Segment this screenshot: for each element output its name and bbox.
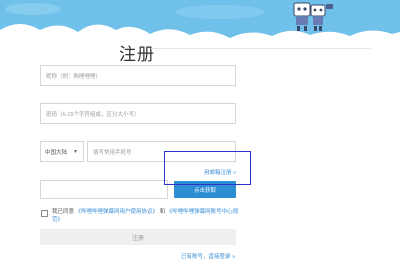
page-title: 注册 [119,45,155,64]
nickname-field[interactable]: 昵称（例：购哩哩哩） [40,65,236,86]
country-select[interactable]: 中国大陆 ▼ [40,141,84,162]
country-value: 中国大陆 [45,149,68,156]
agree-and: 和 [159,209,166,215]
verification-code-field[interactable] [40,180,168,199]
login-link[interactable]: 已有账号，直接登录 » [181,252,235,260]
agree-prefix: 我已同意 [52,209,75,215]
password-placeholder: 密码（6-15个字符组成，区分大小写） [46,111,140,118]
agreement-link-user[interactable]: 《哔哩哔哩弹幕网用户使用协议》 [76,209,159,215]
password-field[interactable]: 密码（6-15个字符组成，区分大小写） [40,103,236,124]
title-divider [151,48,371,49]
nickname-placeholder: 昵称（例：购哩哩哩） [46,73,102,80]
agreement-text: 我已同意 《哔哩哔哩弹幕网用户使用协议》 和 《哔哩哔哩弹幕网账号中心规范》 [52,208,242,224]
chevron-down-icon: ▼ [73,148,78,155]
mascot-illustration [293,2,333,31]
register-button[interactable]: 注册 [40,229,236,245]
highlight-annotation-box [164,151,251,185]
header-cloud-banner [0,0,400,48]
phone-placeholder: 填写常用手机号 [93,149,132,156]
agree-checkbox[interactable] [41,210,48,217]
